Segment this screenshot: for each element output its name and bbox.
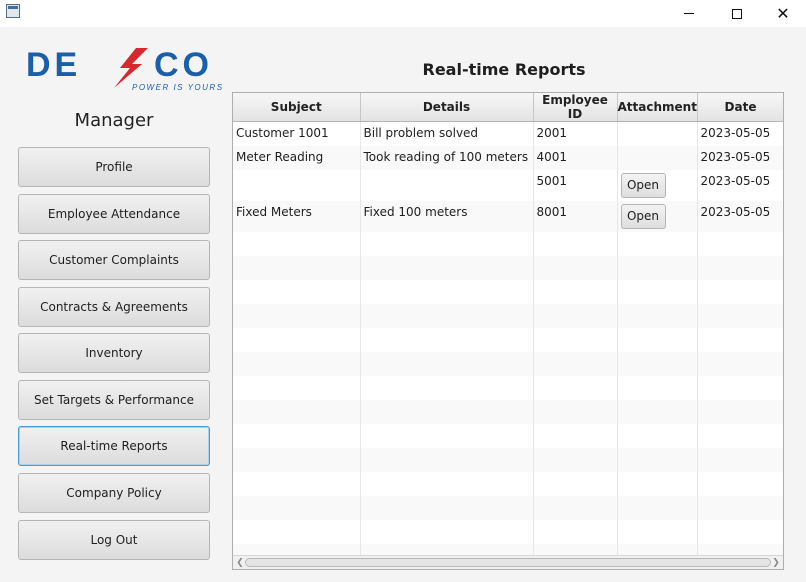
table-row[interactable]: 5001 Open 2023-05-05: [233, 169, 783, 201]
empty-table-row: [233, 279, 783, 304]
sidebar-item-label: Company Policy: [66, 486, 162, 500]
window-title-bar: ✕: [0, 0, 806, 27]
cell-employee-id: 8001: [533, 200, 618, 232]
empty-table-row: [233, 423, 783, 448]
cell-date: 2023-05-05: [697, 169, 783, 201]
table-row[interactable]: Meter Reading Took reading of 100 meters…: [233, 145, 783, 170]
cell-details: Bill problem solved: [360, 121, 534, 146]
desco-logo: DE CO POWER IS YOURS: [26, 46, 224, 92]
sidebar-item-real-time-reports[interactable]: Real-time Reports: [18, 426, 210, 466]
sidebar-item-customer-complaints[interactable]: Customer Complaints: [18, 240, 210, 280]
cell-date: 2023-05-05: [697, 200, 783, 232]
column-header-date[interactable]: Date: [697, 93, 783, 122]
reports-table-grid: Subject Details Employee ID Attachment D…: [233, 93, 783, 568]
cell-subject: Customer 1001: [233, 121, 361, 146]
sidebar-item-label: Log Out: [90, 533, 138, 547]
page-title: Real-time Reports: [422, 60, 586, 79]
table-row[interactable]: Customer 1001 Bill problem solved 2001 2…: [233, 121, 783, 146]
scrollbar-thumb[interactable]: [245, 558, 771, 567]
close-icon: ✕: [776, 3, 790, 23]
cell-attachment: [617, 145, 698, 170]
close-button[interactable]: ✕: [760, 0, 806, 27]
sidebar-item-profile[interactable]: Profile: [18, 147, 210, 187]
lightning-bolt-icon: [114, 48, 148, 88]
empty-table-row: [233, 375, 783, 400]
column-header-details[interactable]: Details: [360, 93, 534, 122]
sidebar-item-inventory[interactable]: Inventory: [18, 333, 210, 373]
sidebar-item-contracts-agreements[interactable]: Contracts & Agreements: [18, 287, 210, 327]
sidebar-item-label: Profile: [95, 160, 133, 174]
empty-table-row: [233, 495, 783, 520]
empty-table-row: [233, 399, 783, 424]
cell-details: [360, 169, 534, 201]
sidebar-item-label: Customer Complaints: [49, 253, 179, 267]
cell-details: Fixed 100 meters: [360, 200, 534, 232]
cell-employee-id: 5001: [533, 169, 618, 201]
minimize-button[interactable]: [666, 0, 712, 27]
cell-date: 2023-05-05: [697, 121, 783, 146]
sidebar-item-label: Real-time Reports: [60, 439, 168, 453]
horizontal-scrollbar[interactable]: ❮ ❯: [233, 555, 783, 569]
empty-table-row: [233, 519, 783, 544]
logo-text-de: DE: [26, 46, 81, 84]
empty-table-row: [233, 327, 783, 352]
logo-text-co: CO: [154, 46, 213, 84]
logo-tagline: POWER IS YOURS: [132, 83, 224, 92]
column-header-subject[interactable]: Subject: [233, 93, 361, 122]
maximize-icon: [732, 8, 742, 19]
cell-attachment: [617, 121, 698, 146]
sidebar-item-label: Contracts & Agreements: [40, 300, 188, 314]
scroll-right-icon[interactable]: ❯: [770, 557, 782, 569]
column-header-attachment[interactable]: Attachment: [617, 93, 698, 122]
minimize-icon: [684, 13, 694, 14]
cell-date: 2023-05-05: [697, 145, 783, 170]
sidebar-title: Manager: [74, 110, 154, 131]
reports-table[interactable]: Subject Details Employee ID Attachment D…: [232, 92, 784, 570]
empty-table-row: [233, 447, 783, 472]
column-header-employee-id[interactable]: Employee ID: [533, 93, 618, 122]
sidebar-item-label: Inventory: [85, 346, 143, 360]
empty-table-row: [233, 303, 783, 328]
open-attachment-button[interactable]: Open: [620, 172, 666, 198]
sidebar-item-label: Employee Attendance: [47, 207, 181, 221]
empty-table-row: [233, 255, 783, 280]
maximize-button[interactable]: [714, 0, 760, 27]
empty-table-row: [233, 471, 783, 496]
app-window-icon: [6, 4, 20, 18]
empty-table-row: [233, 351, 783, 376]
cell-subject: Fixed Meters: [233, 200, 361, 232]
sidebar-item-company-policy[interactable]: Company Policy: [18, 473, 210, 513]
sidebar-item-set-targets-performance[interactable]: Set Targets & Performance: [18, 380, 210, 420]
cell-attachment: Open: [617, 200, 698, 232]
cell-employee-id: 2001: [533, 121, 618, 146]
cell-details: Took reading of 100 meters: [360, 145, 534, 170]
sidebar-item-label: Set Targets & Performance: [34, 393, 194, 407]
cell-employee-id: 4001: [533, 145, 618, 170]
table-row[interactable]: Fixed Meters Fixed 100 meters 8001 Open …: [233, 200, 783, 232]
cell-attachment: Open: [617, 169, 698, 201]
empty-table-row: [233, 231, 783, 256]
table-header-row: Subject Details Employee ID Attachment D…: [233, 93, 783, 122]
cell-subject: Meter Reading: [233, 145, 361, 170]
sidebar-item-employee-attendance[interactable]: Employee Attendance: [18, 194, 210, 234]
cell-subject: [233, 169, 361, 201]
open-attachment-button[interactable]: Open: [620, 203, 666, 229]
logout-button[interactable]: Log Out: [18, 520, 210, 560]
